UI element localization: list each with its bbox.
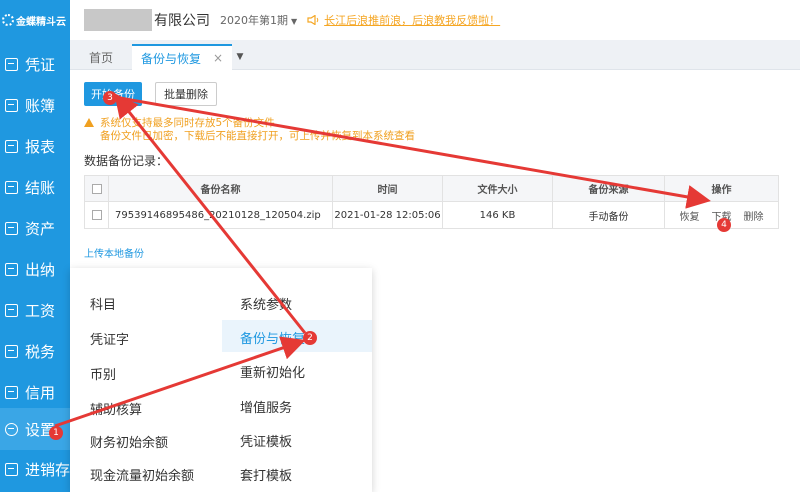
company-name: 有限公司 bbox=[154, 13, 210, 29]
report-icon bbox=[5, 139, 18, 153]
top-bar: 有限公司 2020年第1期 ▼ 长江后浪推前浪，后浪教我反馈啦！ bbox=[70, 0, 800, 40]
column-header: 时间 bbox=[333, 175, 443, 202]
backup-records-table: 备份名称 时间 文件大小 备份来源 操作 79539146895486_2021… bbox=[84, 175, 779, 229]
warning-text: 备份文件已加密，下载后不能直接打开，可上传并恢复到本系统查看 bbox=[100, 130, 415, 142]
asset-icon bbox=[5, 221, 18, 235]
backup-file-name: 79539146895486_20210128_120504.zip bbox=[109, 202, 333, 228]
ledger-icon bbox=[5, 98, 18, 112]
tab-label: 首页 bbox=[88, 50, 113, 65]
records-title: 数据备份记录： bbox=[84, 154, 169, 168]
backup-time: 2021-01-28 12:05:06 bbox=[333, 202, 443, 228]
sidebar: 金蝶精斗云 凭证 账簿 报表 结账 资产 出纳 工资 税务 信用 设置 进销存 bbox=[0, 0, 70, 492]
sidebar-item-salary[interactable]: 工资 bbox=[0, 289, 70, 331]
closing-icon bbox=[5, 180, 18, 194]
sidebar-item-label: 进销存 bbox=[25, 460, 71, 479]
tab-home[interactable]: 首页 bbox=[70, 44, 132, 70]
tax-icon bbox=[5, 344, 18, 358]
sidebar-item-report[interactable]: 报表 bbox=[0, 125, 70, 167]
gear-icon bbox=[5, 422, 18, 436]
annotation-badge-2: 2 bbox=[303, 331, 317, 345]
backup-source: 手动备份 bbox=[553, 202, 665, 228]
sidebar-item-closing[interactable]: 结账 bbox=[0, 166, 70, 208]
tab-label: 备份与恢复 bbox=[140, 51, 201, 66]
menu-item-system-params[interactable]: 系统参数 bbox=[240, 294, 292, 313]
column-header: 备份名称 bbox=[109, 175, 333, 202]
chevron-down-icon: ▼ bbox=[291, 17, 298, 26]
select-all-checkbox[interactable] bbox=[91, 183, 102, 194]
app-root: 金蝶精斗云 凭证 账簿 报表 结账 资产 出纳 工资 税务 信用 设置 进销存 … bbox=[0, 0, 800, 492]
period-selector[interactable]: 2020年第1期 ▼ bbox=[220, 12, 297, 28]
annotation-badge-4: 4 bbox=[717, 218, 731, 232]
annotation-badge-1: 1 bbox=[49, 426, 63, 440]
menu-item-voucher-word[interactable]: 凭证字 bbox=[90, 329, 129, 348]
tab-bar: 首页 备份与恢复 × ▼ bbox=[70, 40, 800, 70]
sidebar-item-label: 结账 bbox=[25, 178, 56, 197]
tab-dropdown-icon[interactable]: ▼ bbox=[232, 44, 248, 70]
credit-icon bbox=[5, 385, 18, 399]
restore-button[interactable]: 恢复 bbox=[680, 208, 700, 223]
close-icon[interactable]: × bbox=[213, 51, 223, 65]
warning-icon bbox=[84, 118, 94, 127]
tab-backup-restore[interactable]: 备份与恢复 × bbox=[132, 44, 232, 70]
column-header: 备份来源 bbox=[553, 175, 665, 202]
sidebar-item-asset[interactable]: 资产 bbox=[0, 207, 70, 249]
delete-button[interactable]: 删除 bbox=[744, 208, 764, 223]
menu-item-currency[interactable]: 币别 bbox=[90, 364, 116, 383]
voucher-icon bbox=[5, 57, 18, 71]
menu-item-subjects[interactable]: 科目 bbox=[90, 294, 116, 313]
warning-encrypted: 备份文件已加密，下载后不能直接打开，可上传并恢复到本系统查看 bbox=[84, 128, 415, 143]
sidebar-item-inventory[interactable]: 进销存 bbox=[0, 448, 70, 490]
sidebar-item-ledger[interactable]: 账簿 bbox=[0, 84, 70, 126]
salary-icon bbox=[5, 303, 18, 317]
sidebar-item-label: 工资 bbox=[25, 301, 56, 320]
sidebar-item-label: 凭证 bbox=[25, 55, 56, 74]
column-header: 操作 bbox=[711, 185, 732, 196]
inventory-icon bbox=[5, 462, 18, 476]
feedback-notice-text: 长江后浪推前浪，后浪教我反馈啦！ bbox=[324, 14, 501, 27]
sidebar-item-voucher[interactable]: 凭证 bbox=[0, 43, 70, 85]
sidebar-item-credit[interactable]: 信用 bbox=[0, 371, 70, 413]
upload-local-backup-link[interactable]: 上传本地备份 bbox=[84, 245, 144, 260]
sidebar-item-cashier[interactable]: 出纳 bbox=[0, 248, 70, 290]
settings-flyout-menu: 科目 凭证字 币别 辅助核算 财务初始余额 现金流量初始余额 系统参数 备份与恢… bbox=[70, 268, 372, 492]
company-name-redacted bbox=[84, 9, 152, 31]
menu-item-reinitialize[interactable]: 重新初始化 bbox=[240, 362, 305, 381]
backup-size: 146 KB bbox=[443, 202, 553, 228]
logo: 金蝶精斗云 bbox=[0, 0, 70, 40]
sidebar-item-label: 报表 bbox=[25, 137, 56, 156]
sidebar-item-label: 账簿 bbox=[25, 96, 56, 115]
column-header: 文件大小 bbox=[443, 175, 553, 202]
menu-item-value-added[interactable]: 增值服务 bbox=[240, 397, 292, 416]
sidebar-item-label: 出纳 bbox=[25, 260, 56, 279]
menu-item-opening-balance[interactable]: 财务初始余额 bbox=[90, 432, 168, 451]
annotation-badge-3: 3 bbox=[103, 91, 117, 105]
logo-text: 金蝶精斗云 bbox=[16, 16, 66, 28]
row-checkbox[interactable] bbox=[91, 210, 102, 220]
menu-item-voucher-template[interactable]: 凭证模板 bbox=[240, 431, 292, 450]
sidebar-item-tax[interactable]: 税务 bbox=[0, 330, 70, 372]
sidebar-item-label: 信用 bbox=[25, 383, 56, 402]
table-row: 79539146895486_20210128_120504.zip 2021-… bbox=[85, 202, 778, 228]
batch-delete-button[interactable]: 批量删除 bbox=[155, 82, 217, 106]
menu-item-cashflow-balance[interactable]: 现金流量初始余额 bbox=[90, 465, 194, 484]
cashier-icon bbox=[5, 262, 18, 276]
feedback-notice-link[interactable]: 长江后浪推前浪，后浪教我反馈啦！ bbox=[307, 12, 500, 28]
menu-item-backup-restore[interactable]: 备份与恢复 bbox=[222, 320, 372, 352]
sidebar-item-label: 资产 bbox=[25, 219, 56, 238]
sidebar-item-label: 税务 bbox=[25, 342, 56, 361]
menu-item-auxiliary[interactable]: 辅助核算 bbox=[90, 399, 142, 418]
speaker-icon bbox=[307, 15, 319, 25]
period-label: 2020年第1期 bbox=[220, 14, 288, 27]
logo-icon bbox=[2, 14, 14, 26]
table-header-row: 备份名称 时间 文件大小 备份来源 操作 bbox=[85, 175, 778, 202]
menu-item-print-template[interactable]: 套打模板 bbox=[240, 465, 292, 484]
